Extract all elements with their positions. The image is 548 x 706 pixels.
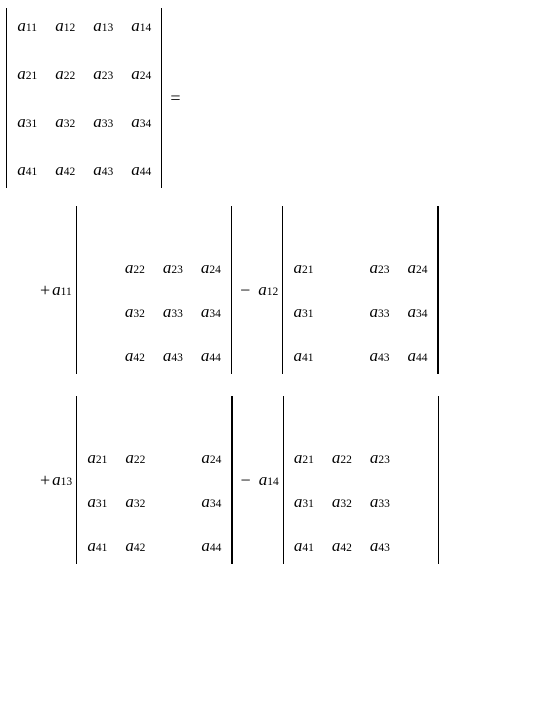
entry: a43	[366, 536, 394, 556]
entry: a24	[403, 258, 431, 278]
lhs-row: a11 a12 a13 a14 a21 a22 a23 a24 a31 a32 …	[4, 8, 544, 188]
entry: a44	[403, 346, 431, 366]
det-bar-left	[282, 206, 283, 374]
det-bar-left	[76, 206, 77, 374]
det-bar-left	[76, 396, 77, 564]
entry: a12	[51, 16, 79, 36]
entry: a23	[89, 64, 117, 84]
entry: a33	[89, 112, 117, 132]
entry: a31	[290, 492, 318, 512]
empty	[83, 214, 111, 234]
entry: a41	[289, 346, 317, 366]
minor-14: a21 a22 a23 a31 a32 a33 a41 a42 a43	[281, 396, 441, 564]
entry: a32	[121, 302, 149, 322]
entry: a22	[328, 448, 356, 468]
coef-a11: a11	[50, 280, 74, 300]
entry: a23	[366, 448, 394, 468]
coef-a13: a13	[50, 470, 74, 490]
expansion-row-2: + a13 a21 a22 a24 a31 a32 a34 a41 a42 a4…	[40, 396, 544, 564]
entry: a42	[328, 536, 356, 556]
entry: a31	[289, 302, 317, 322]
det-bar-right	[438, 396, 439, 564]
det-4x4: a11 a12 a13 a14 a21 a22 a23 a24 a31 a32 …	[4, 8, 164, 188]
det-bar-right	[437, 206, 438, 374]
entry: a11	[13, 16, 41, 36]
minor-11: a22 a23 a24 a32 a33 a34 a42 a43 a44	[74, 206, 234, 374]
entry: a34	[403, 302, 431, 322]
entry: a24	[197, 258, 225, 278]
det-bar-left	[6, 8, 7, 188]
det-bar-right	[161, 8, 162, 188]
entry: a32	[328, 492, 356, 512]
matrix-4x4: a11 a12 a13 a14 a21 a22 a23 a24 a31 a32 …	[9, 8, 159, 188]
coef-a14: a14	[257, 470, 281, 490]
plus-sign: +	[40, 280, 50, 301]
entry: a32	[121, 492, 149, 512]
matrix-minor: a21 a23 a24 a31 a33 a34 a41 a43 a44	[285, 206, 435, 374]
plus-sign: +	[40, 470, 50, 491]
matrix-minor: a21 a22 a23 a31 a32 a33 a41 a42 a43	[286, 396, 436, 564]
matrix-minor: a21 a22 a24 a31 a32 a34 a41 a42 a44	[79, 396, 229, 564]
entry: a21	[83, 448, 111, 468]
entry: a24	[127, 64, 155, 84]
entry: a24	[197, 448, 225, 468]
entry: a33	[366, 492, 394, 512]
matrix-minor: a22 a23 a24 a32 a33 a34 a42 a43 a44	[79, 206, 229, 374]
entry: a34	[127, 112, 155, 132]
entry: a31	[83, 492, 111, 512]
minus-sign: −	[234, 280, 256, 301]
det-bar-right	[231, 396, 232, 564]
entry: a23	[365, 258, 393, 278]
entry: a31	[13, 112, 41, 132]
entry: a21	[290, 448, 318, 468]
entry: a34	[197, 302, 225, 322]
entry: a42	[121, 346, 149, 366]
entry: a41	[83, 536, 111, 556]
entry: a44	[127, 160, 155, 180]
minor-13: a21 a22 a24 a31 a32 a34 a41 a42 a44	[74, 396, 234, 564]
entry: a32	[51, 112, 79, 132]
entry: a14	[127, 16, 155, 36]
equals-sign: =	[164, 88, 180, 109]
entry: a33	[159, 302, 187, 322]
entry: a44	[197, 536, 225, 556]
det-bar-left	[283, 396, 284, 564]
coef-a12: a12	[256, 280, 280, 300]
entry: a22	[121, 258, 149, 278]
entry: a41	[13, 160, 41, 180]
entry: a44	[197, 346, 225, 366]
entry: a43	[159, 346, 187, 366]
det-bar-right	[231, 206, 232, 374]
entry: a34	[197, 492, 225, 512]
minor-12: a21 a23 a24 a31 a33 a34 a41 a43 a44	[280, 206, 440, 374]
entry: a23	[159, 258, 187, 278]
entry: a43	[89, 160, 117, 180]
entry: a22	[121, 448, 149, 468]
entry: a21	[289, 258, 317, 278]
entry: a21	[13, 64, 41, 84]
expansion-row-1: + a11 a22 a23 a24 a32 a33 a34 a42 a43 a4…	[40, 206, 544, 374]
entry: a43	[365, 346, 393, 366]
minus-sign: −	[235, 470, 257, 491]
entry: a22	[51, 64, 79, 84]
entry: a41	[290, 536, 318, 556]
entry: a13	[89, 16, 117, 36]
entry: a42	[121, 536, 149, 556]
entry: a42	[51, 160, 79, 180]
entry: a33	[365, 302, 393, 322]
